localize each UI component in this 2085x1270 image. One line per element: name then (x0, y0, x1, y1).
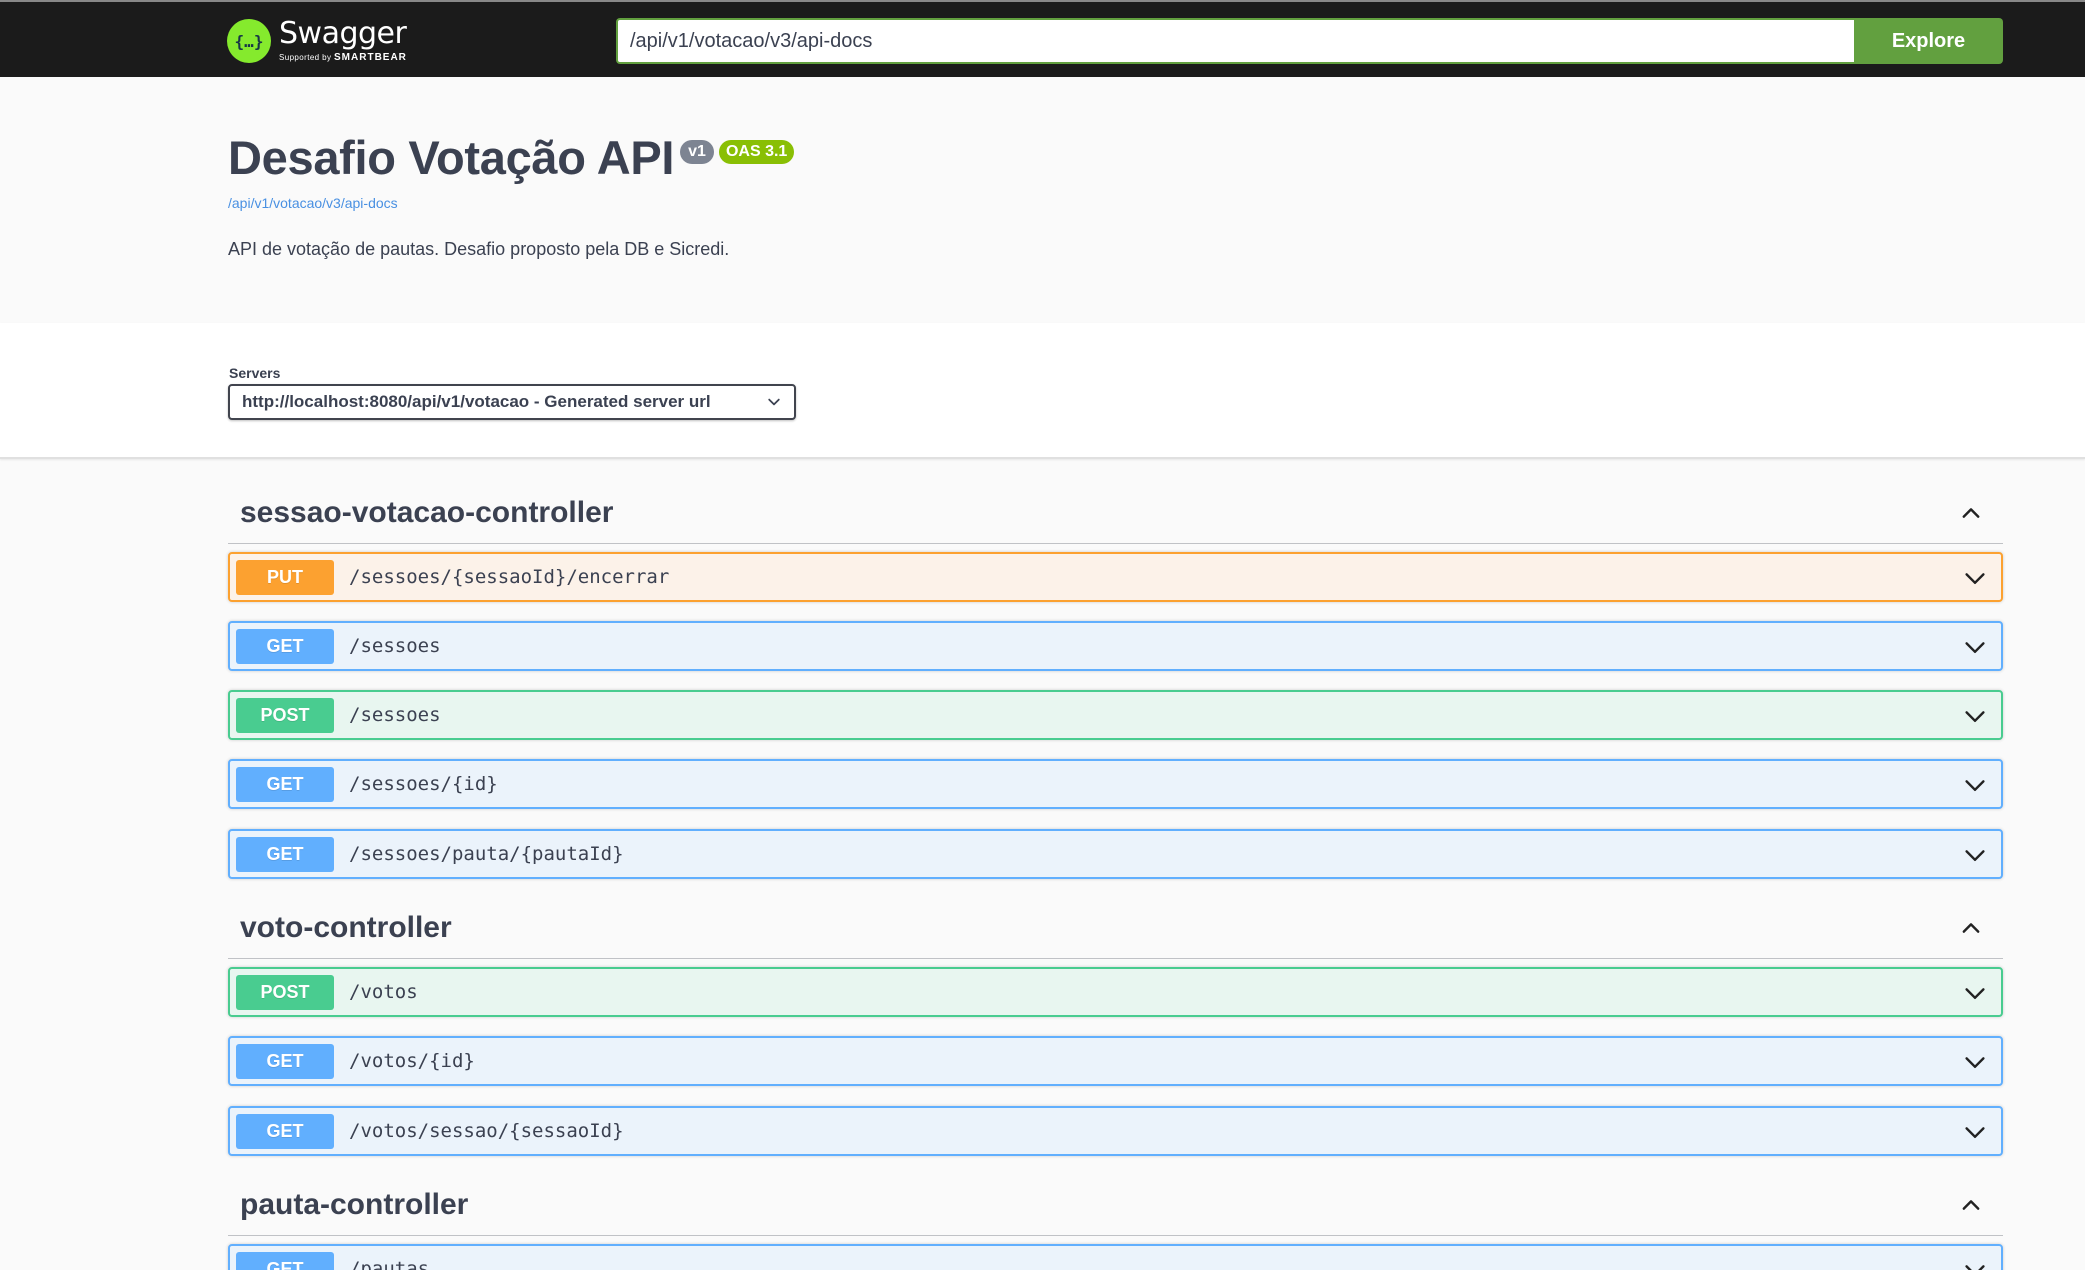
operation-path: /sessoes/{id} (349, 773, 498, 795)
chevron-down-icon[interactable] (1963, 566, 1987, 590)
api-info: Desafio Votação API v1 OAS 3.1 /api/v1/v… (228, 130, 795, 259)
operation-path: /votos (349, 981, 418, 1003)
operation-post-sessoes[interactable]: POST /sessoes (228, 690, 2003, 740)
method-badge: GET (236, 628, 334, 664)
chevron-down-icon (768, 398, 780, 406)
servers-select[interactable]: http://localhost:8080/api/v1/votacao - G… (228, 384, 796, 420)
chevron-down-icon[interactable] (1963, 1120, 1987, 1144)
operation-put-sessoes-encerrar[interactable]: PUT /sessoes/{sessaoId}/encerrar (228, 552, 2003, 602)
servers-label: Servers (229, 365, 281, 381)
swagger-logo-icon: {…} (227, 19, 271, 63)
chevron-up-icon[interactable] (1959, 1193, 1983, 1217)
swagger-logo[interactable]: {…} Swagger Supported by SMARTBEAR (227, 16, 407, 66)
logo-name: Swagger (279, 16, 407, 51)
operation-path: /pautas (349, 1258, 430, 1270)
operation-get-pautas[interactable]: GET /pautas (228, 1244, 2003, 1270)
chevron-down-icon[interactable] (1963, 1050, 1987, 1074)
method-badge: POST (236, 697, 334, 733)
api-title: Desafio Votação API (228, 131, 675, 184)
chevron-down-icon[interactable] (1963, 981, 1987, 1005)
operation-get-sessoes[interactable]: GET /sessoes (228, 621, 2003, 671)
chevron-down-icon[interactable] (1963, 1258, 1987, 1270)
logo-sub-prefix: Supported by (279, 53, 332, 62)
version-badge: v1 (680, 140, 714, 164)
tag-sessao-votacao-controller[interactable]: sessao-votacao-controller (228, 482, 2003, 544)
api-description: API de votação de pautas. Desafio propos… (228, 239, 730, 259)
method-badge: GET (236, 1043, 334, 1079)
tag-title: pauta-controller (240, 1187, 469, 1221)
spec-url-input[interactable]: /api/v1/votacao/v3/api-docs (616, 18, 1854, 64)
tag-pauta-controller[interactable]: pauta-controller (228, 1174, 2003, 1236)
explore-button[interactable]: Explore (1854, 18, 2003, 64)
chevron-up-icon[interactable] (1959, 916, 1983, 940)
tag-title: voto-controller (240, 910, 452, 944)
chevron-down-icon[interactable] (1963, 635, 1987, 659)
chevron-down-icon[interactable] (1963, 843, 1987, 867)
servers-selected-value: http://localhost:8080/api/v1/votacao - G… (242, 392, 711, 411)
chevron-down-icon[interactable] (1963, 704, 1987, 728)
tag-voto-controller[interactable]: voto-controller (228, 897, 2003, 959)
method-badge: GET (236, 1251, 334, 1270)
operation-get-sessoes-id[interactable]: GET /sessoes/{id} (228, 759, 2003, 809)
logo-sub-brand: SMARTBEAR (334, 52, 407, 63)
operation-path: /sessoes/{sessaoId}/encerrar (349, 566, 670, 588)
method-badge: GET (236, 1113, 334, 1149)
spec-link[interactable]: /api/v1/votacao/v3/api-docs (228, 195, 398, 211)
operation-post-votos[interactable]: POST /votos (228, 967, 2003, 1017)
method-badge: POST (236, 974, 334, 1010)
operation-path: /sessoes (349, 704, 441, 726)
operation-get-sessoes-pauta[interactable]: GET /sessoes/pauta/{pautaId} (228, 829, 2003, 879)
operation-get-votos-sessao[interactable]: GET /votos/sessao/{sessaoId} (228, 1106, 2003, 1156)
operation-path: /votos/{id} (349, 1050, 475, 1072)
chevron-down-icon[interactable] (1963, 773, 1987, 797)
oas-badge: OAS 3.1 (718, 140, 795, 164)
operation-path: /votos/sessao/{sessaoId} (349, 1120, 624, 1142)
operation-path: /sessoes/pauta/{pautaId} (349, 843, 624, 865)
operation-get-votos-id[interactable]: GET /votos/{id} (228, 1036, 2003, 1086)
topbar: {…} Swagger Supported by SMARTBEAR /api/… (0, 0, 2085, 77)
logo-subtitle: Supported by SMARTBEAR (279, 53, 407, 63)
operation-path: /sessoes (349, 635, 441, 657)
chevron-up-icon[interactable] (1959, 501, 1983, 525)
method-badge: PUT (236, 559, 334, 595)
method-badge: GET (236, 766, 334, 802)
tag-title: sessao-votacao-controller (240, 495, 614, 529)
method-badge: GET (236, 836, 334, 872)
